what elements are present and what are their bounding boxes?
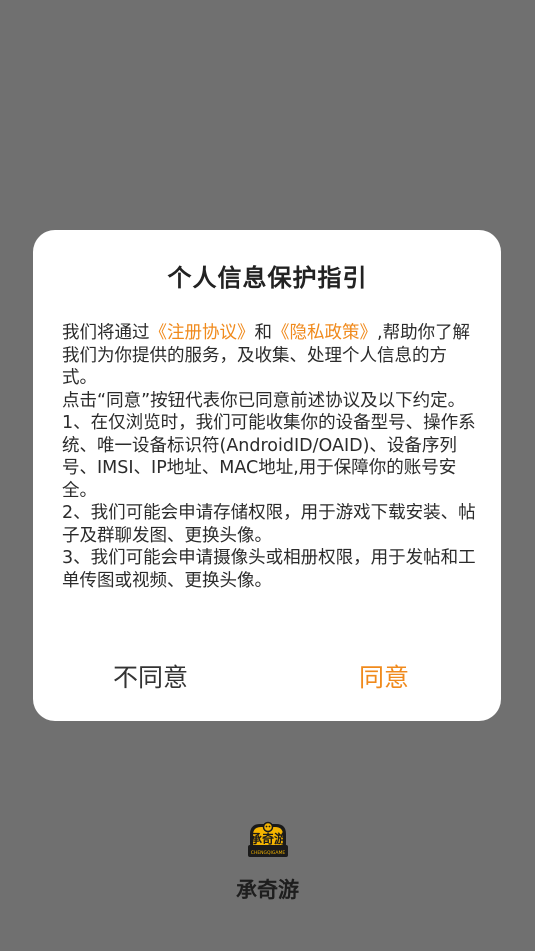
terms-item-1: 1、在仅浏览时，我们可能收集你的设备型号、操作系统、唯一设备标识符(Androi…	[62, 413, 476, 501]
logo-subtext: CHENGQIGAME	[251, 850, 286, 856]
intro-paragraph: 我们将通过《注册协议》和《隐私政策》,帮助你了解我们为你提供的服务，及收集、处理…	[62, 322, 477, 390]
app-logo-icon: 承奇游 CHENGQIGAME	[248, 821, 288, 857]
privacy-policy-link[interactable]: 《隐私政策》	[272, 323, 377, 343]
consent-note: 点击“同意”按钮代表你已同意前述协议及以下约定。	[62, 390, 466, 411]
disagree-button[interactable]: 不同意	[113, 660, 188, 696]
terms-item-2: 2、我们可能会申请存储权限，用于游戏下载安装、帖子及群聊发图、更换头像。	[62, 503, 476, 546]
logo-text: 承奇游	[250, 831, 286, 846]
terms-item-3: 3、我们可能会申请摄像头或相册权限，用于发帖和工单传图或视频、更换头像。	[62, 548, 476, 591]
agree-button[interactable]: 同意	[359, 660, 409, 696]
agreement-link[interactable]: 《注册协议》	[150, 323, 255, 343]
dialog-title: 个人信息保护指引	[167, 264, 368, 292]
intro-prefix: 我们将通过	[62, 323, 150, 343]
dialog-body: 我们将通过《注册协议》和《隐私政策》,帮助你了解我们为你提供的服务，及收集、处理…	[62, 322, 477, 592]
and-text: 和	[254, 323, 273, 343]
app-name: 承奇游	[236, 878, 299, 902]
